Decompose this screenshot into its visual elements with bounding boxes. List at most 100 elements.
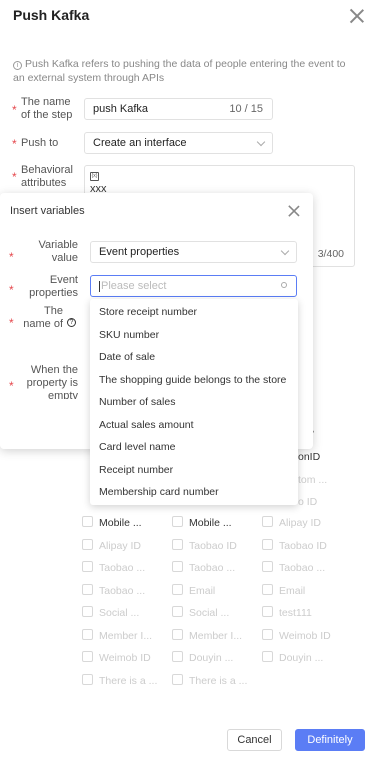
- required-marker: *: [12, 137, 17, 151]
- step-name-label: The name of the step: [21, 96, 73, 121]
- attribute-checkbox-option: Social ...: [172, 606, 260, 619]
- checkbox-label: Douyin ...: [189, 652, 234, 664]
- checkbox-label: Social ...: [99, 607, 140, 619]
- close-icon[interactable]: [288, 205, 301, 218]
- dropdown-option[interactable]: Store receipt number: [90, 301, 298, 324]
- dropdown-option[interactable]: Receipt number: [90, 459, 298, 482]
- checkbox-label: There is a ...: [99, 674, 158, 687]
- dropdown-option[interactable]: The shopping guide belongs to the store: [90, 369, 298, 392]
- dropdown-option[interactable]: Number of sales: [90, 391, 298, 414]
- dropdown-option[interactable]: Date of sale: [90, 346, 298, 369]
- event-properties-dropdown: Store receipt number SKU number Date of sa…: [90, 299, 298, 505]
- attribute-option-partial: tom ...: [298, 474, 328, 486]
- checkbox-label: Weimob ID: [99, 652, 151, 664]
- attribute-checkbox-option: Social ...: [82, 606, 170, 619]
- attribute-checkbox-option: There is a ...: [172, 673, 260, 687]
- checkbox-label: Taobao ...: [279, 562, 326, 574]
- dropdown-option[interactable]: Card level name: [90, 436, 298, 459]
- confirm-button[interactable]: Definitely: [295, 729, 365, 751]
- checkbox: [172, 651, 183, 662]
- step-name-input[interactable]: push Kafka 10 / 15: [84, 98, 273, 120]
- attribute-checkbox-option: Email: [172, 583, 260, 597]
- event-properties-select[interactable]: Please select: [90, 275, 297, 297]
- checkbox: [172, 583, 183, 595]
- checkbox-label: Taobao ID: [279, 539, 327, 552]
- attribute-checkbox-option: Weimob ID: [82, 651, 170, 664]
- checkbox: [82, 628, 93, 640]
- attribute-checkbox-option: Email: [262, 583, 350, 597]
- push-to-value: Create an interface: [93, 137, 187, 149]
- checkbox: [172, 561, 183, 572]
- dropdown-option[interactable]: Actual sales amount: [90, 414, 298, 437]
- push-to-select[interactable]: Create an interface: [84, 132, 273, 154]
- required-marker: *: [9, 283, 14, 297]
- push-to-label: Push to: [21, 137, 59, 149]
- checkbox-label: Member I...: [99, 629, 153, 642]
- attribute-checkbox-option: test111: [262, 606, 350, 619]
- step-name-value: push Kafka: [93, 103, 149, 115]
- checkbox: [172, 628, 183, 640]
- attribute-checkbox-option: There is a ...: [82, 673, 170, 687]
- dialog-title: Push Kafka: [13, 7, 90, 23]
- variable-name-label: The name of the: [23, 305, 63, 330]
- attribute-checkbox-option[interactable]: Mobile ...: [82, 516, 170, 529]
- checkbox-label: Douyin ...: [279, 652, 324, 664]
- attribute-checkbox-option: Member I...: [172, 628, 260, 642]
- insert-variables-title: Insert variables: [10, 205, 85, 217]
- variable-icon[interactable]: {x}: [90, 172, 99, 181]
- attribute-checkbox-option: Taobao ...: [82, 583, 170, 597]
- required-marker: *: [9, 250, 14, 264]
- attribute-checkbox-option: Douyin ...: [262, 651, 350, 664]
- attribute-checkbox-option: Taobao ...: [262, 561, 350, 574]
- chevron-down-icon: [256, 137, 266, 147]
- checkbox: [262, 561, 273, 572]
- search-icon: [281, 282, 287, 288]
- checkbox-label: Email: [189, 584, 216, 597]
- variable-value-label: Variable value: [38, 239, 78, 264]
- text-cursor: [99, 281, 100, 292]
- required-marker: *: [12, 170, 17, 184]
- chevron-down-icon: [280, 246, 290, 256]
- checkbox[interactable]: [172, 516, 183, 527]
- checkbox: [82, 673, 93, 685]
- variable-value-selected: Event properties: [99, 246, 180, 258]
- dropdown-option[interactable]: Membership card number: [90, 481, 298, 504]
- variable-value-select[interactable]: Event properties: [90, 241, 297, 263]
- checkbox: [262, 516, 273, 527]
- close-icon[interactable]: [349, 8, 365, 24]
- checkbox-label: Taobao ...: [99, 584, 146, 597]
- checkbox: [262, 538, 273, 550]
- required-marker: *: [12, 103, 17, 117]
- checkbox-label: Alipay ID: [99, 539, 142, 552]
- checkbox-label: There is a ...: [189, 674, 248, 687]
- attribute-option-partial: onID: [298, 451, 321, 463]
- property-empty-label: When the property is empty: [26, 364, 78, 399]
- attribute-checkbox-option: Douyin ...: [172, 651, 260, 664]
- checkbox: [82, 583, 93, 595]
- checkbox: [82, 606, 93, 617]
- checkbox: [172, 673, 183, 685]
- cancel-button[interactable]: Cancel: [227, 729, 282, 751]
- checkbox-label: Social ...: [189, 607, 230, 619]
- checkbox: [82, 651, 93, 662]
- checkbox-label: Taobao ...: [99, 562, 146, 574]
- attribute-checkbox-option: Alipay ID: [262, 516, 350, 529]
- checkbox: [262, 606, 273, 617]
- attribute-checkbox-option[interactable]: Mobile ...: [172, 516, 260, 529]
- behavioral-attributes-label: Behavioral attributes: [21, 164, 73, 189]
- checkbox-label: Member I...: [189, 629, 243, 642]
- attribute-checkbox-option: Taobao ...: [82, 561, 170, 574]
- attribute-option-partial: o ID: [298, 496, 318, 508]
- checkbox: [262, 651, 273, 662]
- checkbox: [172, 538, 183, 550]
- info-icon: i: [13, 61, 22, 70]
- info-message: Push Kafka refers to pushing the data of…: [13, 58, 346, 84]
- dropdown-option[interactable]: SKU number: [90, 324, 298, 347]
- required-marker: *: [9, 316, 14, 330]
- checkbox[interactable]: [82, 516, 93, 527]
- attribute-checkbox-option: Member I...: [82, 628, 170, 642]
- info-text: i Push Kafka refers to pushing the data o…: [13, 57, 353, 85]
- attribute-checkbox-grid: Mobile ... Mobile ... Alipay ID Alipay ID Ta…: [82, 516, 352, 696]
- checkbox: [172, 606, 183, 617]
- help-icon[interactable]: ?: [67, 315, 76, 327]
